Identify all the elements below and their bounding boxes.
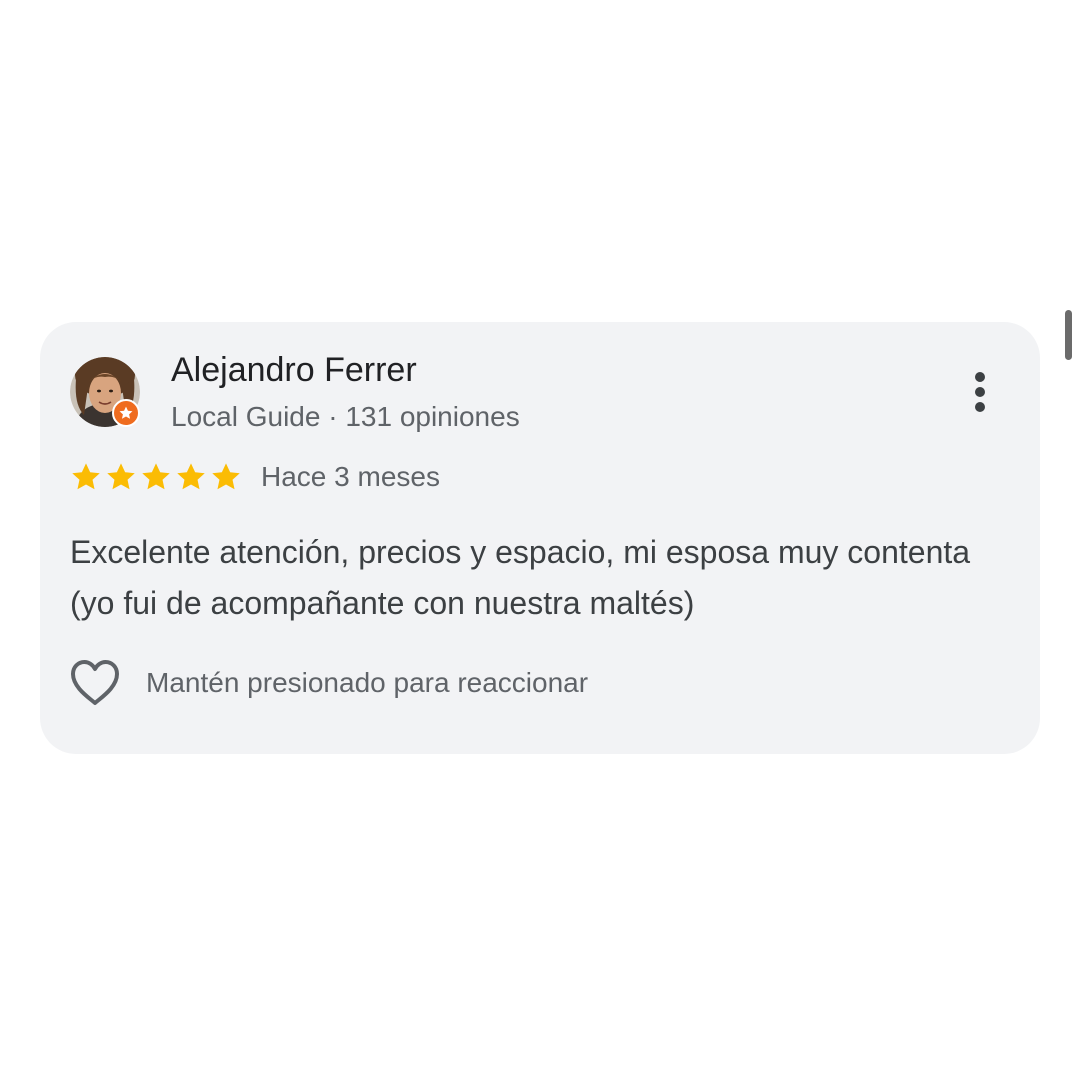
star-rating [70,461,242,493]
avatar[interactable] [70,357,140,427]
review-card: Alejandro Ferrer Local Guide · 131 opini… [40,322,1040,754]
star-icon [142,463,170,490]
local-guide-star-icon [119,406,133,419]
more-options-button[interactable] [960,362,1000,422]
reaction-button[interactable]: Mantén presionado para reaccionar [68,658,588,708]
reaction-hint: Mantén presionado para reaccionar [146,667,589,698]
star-icon [72,463,100,490]
star-icon [177,463,205,490]
star-icon [107,463,135,490]
scrollbar-thumb[interactable] [1065,310,1072,360]
review-text: Excelente atención, precios y espacio, m… [70,534,971,621]
local-guide-badge [112,399,140,427]
reviewer-name[interactable]: Alejandro Ferrer [171,350,417,390]
review-date: Hace 3 meses [261,461,440,492]
heart-outline-icon [71,660,119,705]
more-vert-icon [975,372,985,382]
rating-row: Hace 3 meses [70,459,440,495]
reviewer-meta: Local Guide · 131 opiniones [171,401,520,432]
star-icon [212,463,240,490]
